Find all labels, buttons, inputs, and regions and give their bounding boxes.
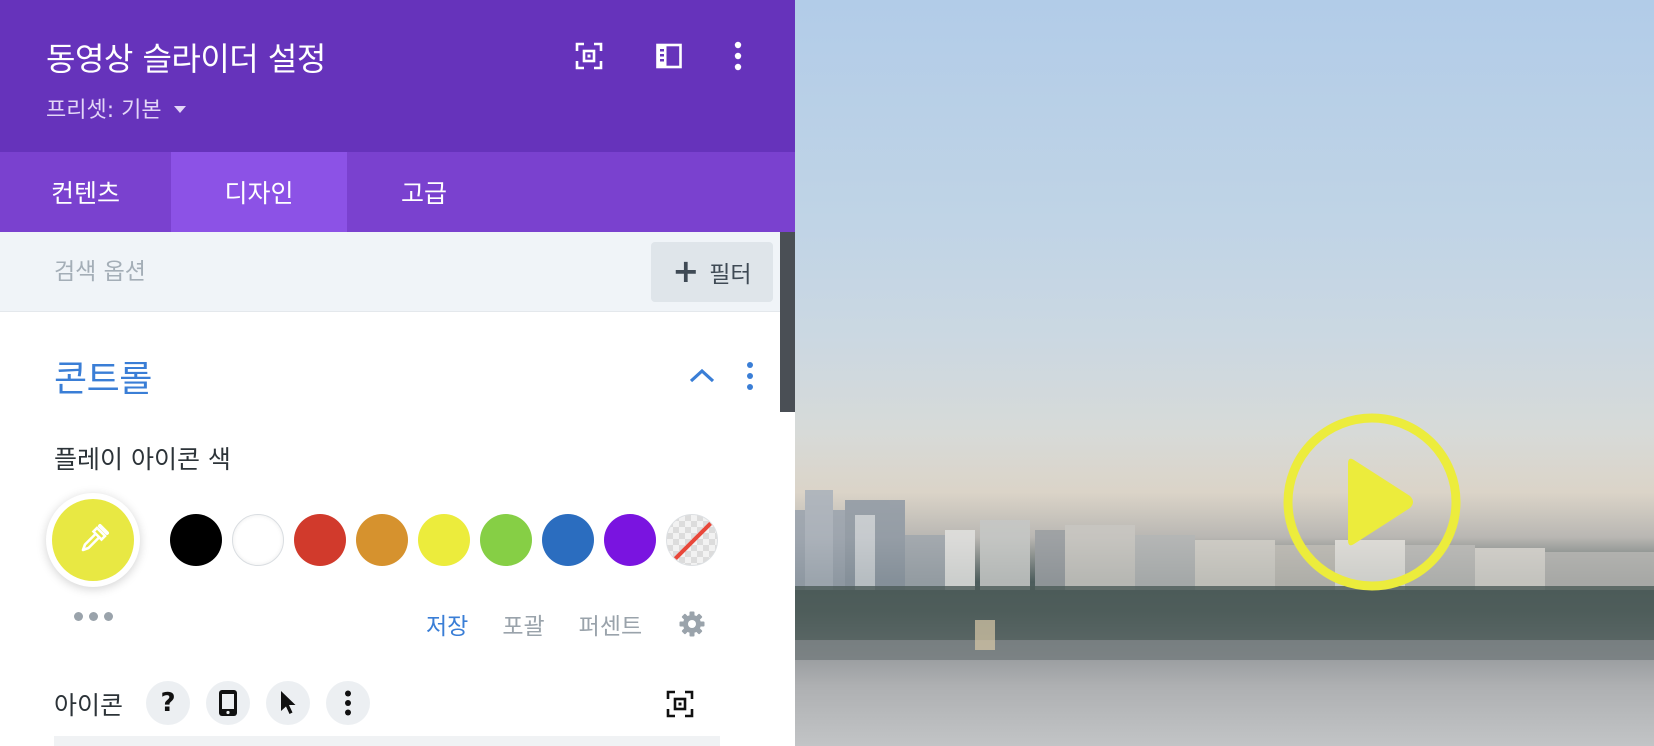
chevron-up-icon[interactable]	[688, 362, 716, 390]
color-swatch-yellow[interactable]	[418, 514, 470, 566]
palette-tab-saved[interactable]: 저장	[426, 607, 468, 641]
play-button-icon[interactable]	[1280, 410, 1464, 594]
plus-icon: +	[672, 251, 700, 290]
color-swatch-black[interactable]	[170, 514, 222, 566]
icon-picker-field[interactable]	[54, 736, 720, 746]
tab-advanced[interactable]: 고급	[347, 152, 501, 232]
filter-button[interactable]: + 필터	[651, 242, 773, 302]
color-swatch-blue[interactable]	[542, 514, 594, 566]
color-swatches	[170, 514, 718, 566]
preset-dropdown[interactable]: 프리셋: 기본	[46, 92, 186, 124]
color-picker-button[interactable]	[46, 493, 140, 587]
palette-tabs: 저장 포괄 퍼센트	[426, 607, 642, 641]
help-icon[interactable]: ?	[146, 681, 190, 725]
eyedropper-icon	[81, 524, 109, 552]
tab-design[interactable]: 디자인	[171, 152, 347, 232]
palette-tab-global[interactable]: 포괄	[502, 607, 544, 641]
palette-tab-percent[interactable]: 퍼센트	[579, 607, 642, 641]
section-more-icon[interactable]	[738, 360, 762, 392]
scrollbar-thumb[interactable]	[780, 232, 795, 412]
more-vertical-icon[interactable]	[326, 681, 370, 725]
layout-panel-icon[interactable]	[651, 38, 687, 74]
settings-panel: 동영상 슬라이더 설정 프리셋: 기본 컨텐츠 디자인 고급 검색 옵션 + 필…	[0, 0, 795, 746]
color-swatch-purple[interactable]	[604, 514, 656, 566]
panel-header: 동영상 슬라이더 설정 프리셋: 기본	[0, 0, 795, 152]
video-preview	[795, 0, 1654, 746]
panel-title: 동영상 슬라이더 설정	[46, 40, 326, 78]
focus-icon[interactable]	[666, 690, 696, 720]
color-swatch-none[interactable]	[666, 514, 718, 566]
color-swatch-green[interactable]	[480, 514, 532, 566]
gear-icon[interactable]	[678, 610, 706, 638]
search-input[interactable]	[54, 254, 614, 290]
preset-label: 프리셋: 기본	[46, 98, 162, 123]
section-title[interactable]: 콘트롤	[54, 350, 152, 402]
focus-icon[interactable]	[571, 38, 607, 74]
mobile-icon[interactable]	[206, 681, 250, 725]
city-skyline-image	[795, 490, 1654, 660]
more-vertical-icon[interactable]	[720, 38, 756, 74]
color-swatch-red[interactable]	[294, 514, 346, 566]
color-swatch-white[interactable]	[232, 514, 284, 566]
filter-label: 필터	[709, 262, 752, 288]
play-icon-color-label: 플레이 아이콘 색	[54, 445, 231, 474]
caret-down-icon	[173, 105, 186, 113]
icon-field-label: 아이콘	[54, 691, 124, 720]
more-colors-icon[interactable]	[74, 612, 114, 624]
cursor-hover-icon[interactable]	[266, 681, 310, 725]
selected-color-swatch	[52, 499, 134, 581]
tab-bar: 컨텐츠 디자인 고급	[0, 152, 795, 232]
color-swatch-orange[interactable]	[356, 514, 408, 566]
tab-content[interactable]: 컨텐츠	[0, 152, 171, 232]
